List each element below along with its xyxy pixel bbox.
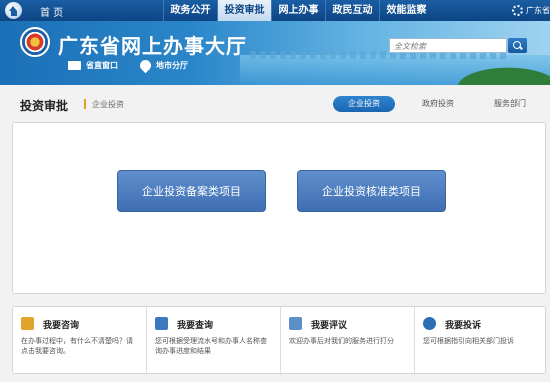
consult-title[interactable]: 我要咨询 [43,318,79,331]
comment-description: 欢迎办事后对我们的服务进行打分 [289,337,394,345]
provincial-window-label: 省直窗口 [86,61,118,70]
tab-enterprise-investment[interactable]: 企业投资 [333,96,395,112]
consult-description: 在办事过程中，有什么不清楚吗？请点击我要咨询。 [21,337,133,355]
query-section[interactable]: 我要查询 您可根据受理流水号和办事人名称查询办事进度和结果 [146,307,280,375]
banner: 广东省网上办事大厅 省直窗口 地市分厅 全文检索 [0,21,550,85]
complaint-description: 您可根据指引向相关部门投诉 [423,337,514,345]
nav-item-online-services[interactable]: 网上办事 [271,0,325,21]
tab-government-investment[interactable]: 政府投资 [408,96,468,112]
island-decoration [430,57,550,85]
search-icon[interactable] [508,38,527,53]
approval-projects-button[interactable]: 企业投资核准类项目 [297,170,446,212]
filing-projects-button[interactable]: 企业投资备案类项目 [117,170,266,212]
top-nav: 首 页 政务公开 投资审批 网上办事 政民互动 效能监察 广东省 [0,0,550,21]
search-input[interactable]: 全文检索 [389,38,507,53]
nav-item-efficiency-monitoring[interactable]: 效能监察 [379,0,433,21]
monitor-icon [68,61,81,70]
query-title[interactable]: 我要查询 [177,318,213,331]
main-panel: 企业投资备案类项目 企业投资核准类项目 [12,122,546,294]
breadcrumb[interactable]: 企业投资 [92,99,124,110]
nav-links: 政务公开 投资审批 网上办事 政民互动 效能监察 [163,0,433,21]
nav-item-public-affairs[interactable]: 政务公开 [163,0,217,21]
city-branch-link[interactable]: 地市分厅 [137,57,188,74]
site-logo [20,27,50,57]
query-description: 您可根据受理流水号和办事人名称查询办事进度和结果 [155,337,267,355]
home-icon[interactable] [5,2,22,19]
comment-title[interactable]: 我要评议 [311,318,347,331]
map-pin-icon [137,57,154,74]
complaint-icon [423,317,436,330]
query-icon [155,317,168,330]
city-branch-label: 地市分厅 [156,61,188,70]
region-label[interactable]: 广东省 [526,5,550,16]
home-link[interactable]: 首 页 [40,4,63,19]
service-info-bar: 我要咨询 在办事过程中，有什么不清楚吗？请点击我要咨询。 我要查询 您可根据受理… [12,306,547,375]
nav-item-interaction[interactable]: 政民互动 [325,0,379,21]
consult-icon [21,317,34,330]
nav-item-investment-approval[interactable]: 投资审批 [217,0,271,21]
site-title: 广东省网上办事大厅 [58,34,247,58]
consult-section[interactable]: 我要咨询 在办事过程中，有什么不清楚吗？请点击我要咨询。 [13,307,146,375]
gear-icon[interactable] [512,5,523,16]
comment-section[interactable]: 我要评议 欢迎办事后对我们的服务进行打分 [280,307,414,375]
breadcrumb-divider [84,99,86,109]
page-title: 投资审批 [20,99,69,113]
complaint-section[interactable]: 我要投诉 您可根据指引向相关部门投诉 [414,307,547,375]
provincial-window-link[interactable]: 省直窗口 [68,60,118,71]
tab-service-departments[interactable]: 服务部门 [480,96,540,112]
comment-icon [289,317,302,330]
complaint-title[interactable]: 我要投诉 [445,318,481,331]
